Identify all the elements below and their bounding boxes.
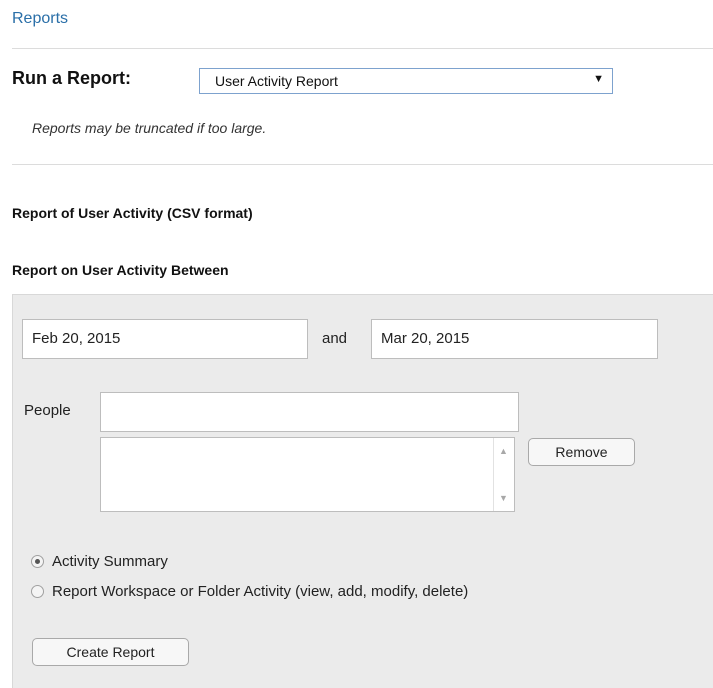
remove-button[interactable]: Remove [528, 438, 635, 466]
run-report-label: Run a Report: [12, 68, 131, 88]
triangle-down-icon[interactable]: ▼ [499, 493, 508, 503]
workspace-activity-radio[interactable] [31, 585, 44, 598]
and-label: and [322, 330, 348, 347]
people-list-scrollbar[interactable]: ▲ ▼ [493, 438, 514, 511]
start-date-input[interactable]: Feb 20, 2015 [22, 319, 308, 359]
workspace-activity-label: Report Workspace or Folder Activity (vie… [52, 583, 469, 600]
report-type-selected-value: User Activity Report [215, 73, 338, 89]
top-divider [12, 48, 713, 49]
triangle-up-icon[interactable]: ▲ [499, 446, 508, 456]
people-search-input[interactable] [100, 392, 519, 432]
caret-down-icon: ▼ [593, 73, 604, 85]
end-date-input[interactable]: Mar 20, 2015 [371, 319, 658, 359]
report-section-title: Report of User Activity (CSV format) [12, 205, 253, 221]
truncation-note: Reports may be truncated if too large. [32, 120, 267, 136]
date-range-title: Report on User Activity Between [12, 262, 229, 278]
activity-summary-label: Activity Summary [52, 553, 168, 570]
people-list[interactable]: ▲ ▼ [100, 437, 515, 512]
people-label: People [24, 402, 71, 419]
report-type-select[interactable]: User Activity Report ▼ [199, 68, 613, 94]
workspace-activity-option[interactable]: Report Workspace or Folder Activity (vie… [31, 583, 468, 600]
section-divider [12, 164, 713, 165]
activity-summary-option[interactable]: Activity Summary [31, 553, 168, 570]
create-report-button[interactable]: Create Report [32, 638, 189, 666]
breadcrumb-reports[interactable]: Reports [12, 10, 68, 28]
activity-summary-radio[interactable] [31, 555, 44, 568]
